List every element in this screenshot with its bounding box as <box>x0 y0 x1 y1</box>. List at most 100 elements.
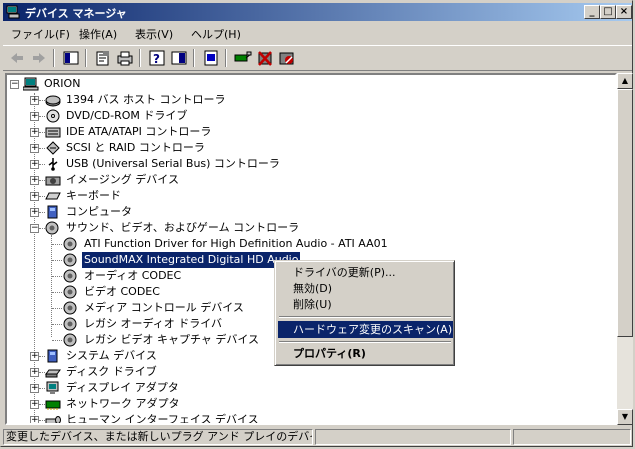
expand-toggle[interactable]: + <box>30 352 39 361</box>
toolbar-separator <box>85 49 87 67</box>
keyboard-icon <box>45 189 61 203</box>
device-label: ビデオ CODEC <box>82 284 162 300</box>
tree-connector <box>52 276 62 277</box>
speaker-icon <box>63 253 79 267</box>
ctx-scan-hardware-label: ハードウェア変更のスキャン(A) <box>278 323 452 336</box>
maximize-button[interactable]: □ <box>600 5 616 19</box>
show-hide-tree-icon[interactable] <box>61 49 81 67</box>
menu-view[interactable]: 表示(V) <box>135 26 173 42</box>
collapse-root-toggle[interactable]: − <box>10 80 19 89</box>
ctx-separator <box>279 341 451 343</box>
toolbar-separator <box>225 49 227 67</box>
system-icon <box>45 349 61 363</box>
category-label: キーボード <box>64 188 123 204</box>
vertical-scrollbar[interactable]: ▲ ▼ <box>617 73 633 425</box>
ctx-separator <box>279 316 451 318</box>
ctx-update-driver[interactable]: ドライバの更新(P)... <box>278 264 453 281</box>
device-label-selected: SoundMAX Integrated Digital HD Audio <box>82 252 300 268</box>
scan-hardware-icon[interactable] <box>233 49 253 67</box>
tree-connector <box>52 340 62 341</box>
firewire-icon <box>45 93 61 107</box>
speaker-icon <box>63 317 79 331</box>
category-label: サウンド、ビデオ、およびゲーム コントローラ <box>64 220 301 236</box>
ctx-disable[interactable]: 無効(D) <box>278 280 453 297</box>
speaker-icon <box>63 285 79 299</box>
ctx-disable-label: 無効(D) <box>278 282 332 295</box>
uninstall-icon[interactable] <box>255 49 275 67</box>
expand-toggle[interactable]: + <box>30 208 39 217</box>
toolbar-separator <box>193 49 195 67</box>
ctx-scan-hardware[interactable]: ハードウェア変更のスキャン(A) <box>278 321 453 338</box>
expand-toggle[interactable]: + <box>30 144 39 153</box>
category-label: ネットワーク アダプタ <box>64 396 182 412</box>
scroll-thumb[interactable] <box>617 89 633 337</box>
device-manager-icon <box>6 5 20 19</box>
expand-toggle[interactable]: + <box>30 96 39 105</box>
scroll-up-icon[interactable]: ▲ <box>617 73 633 89</box>
expand-toggle[interactable]: + <box>30 384 39 393</box>
device-label: レガシ ビデオ キャプチャ デバイス <box>82 332 261 348</box>
menu-file[interactable]: ファイル(F) <box>11 26 70 42</box>
forward-arrow-icon[interactable] <box>29 49 49 67</box>
category-label: 1394 バス ホスト コントローラ <box>64 92 227 108</box>
view-icon[interactable] <box>169 49 189 67</box>
computer-icon <box>23 77 39 91</box>
category-label: DVD/CD-ROM ドライブ <box>64 108 189 124</box>
scsi-icon <box>45 141 61 155</box>
tree-root-label: ORION <box>42 76 82 92</box>
disk-icon <box>45 365 61 379</box>
device-label: メディア コントロール デバイス <box>82 300 246 316</box>
help-icon[interactable]: ? <box>147 49 167 67</box>
status-pane-3 <box>513 429 631 445</box>
expand-toggle[interactable]: + <box>30 416 39 425</box>
ctx-uninstall[interactable]: 削除(U) <box>278 296 453 313</box>
category-label: システム デバイス <box>64 348 159 364</box>
print-icon[interactable] <box>115 49 135 67</box>
minimize-button[interactable]: _ <box>584 5 600 19</box>
category-label: USB (Universal Serial Bus) コントローラ <box>64 156 282 172</box>
speaker-icon <box>63 301 79 315</box>
ctx-properties[interactable]: プロパティ(R) <box>278 345 453 362</box>
hid-icon <box>45 413 61 425</box>
menu-action[interactable]: 操作(A) <box>79 26 117 42</box>
category-label: コンピュータ <box>64 204 134 220</box>
expand-toggle[interactable]: + <box>30 112 39 121</box>
expand-toggle[interactable]: + <box>30 192 39 201</box>
computer-icon <box>45 205 61 219</box>
device-manager-window: デバイス マネージャ _ □ × ファイル(F) 操作(A) 表示(V) ヘルプ… <box>0 0 633 447</box>
close-button[interactable]: × <box>616 5 632 19</box>
device-label: オーディオ CODEC <box>82 268 183 284</box>
device-label: レガシ オーディオ ドライバ <box>82 316 224 332</box>
scroll-down-icon[interactable]: ▼ <box>617 409 633 425</box>
device-tree[interactable]: − ORION + 1394 バス ホスト コントローラ + DVD/CD-RO… <box>5 73 617 425</box>
menu-bar: ファイル(F) 操作(A) 表示(V) ヘルプ(H) <box>3 23 632 43</box>
window-title: デバイス マネージャ <box>25 5 127 21</box>
tree-connector <box>52 244 62 245</box>
expand-toggle[interactable]: + <box>30 176 39 185</box>
status-text: 変更したデバイス、または新しいプラグ アンド プレイのデバイスをスキャンします。 <box>3 429 313 445</box>
status-bar: 変更したデバイス、または新しいプラグ アンド プレイのデバイスをスキャンします。 <box>3 427 632 446</box>
category-label: イメージング デバイス <box>64 172 181 188</box>
toolbar-separator <box>139 49 141 67</box>
tree-connector <box>52 292 62 293</box>
title-bar[interactable]: デバイス マネージャ _ □ × <box>3 3 632 21</box>
tree-connector <box>52 308 62 309</box>
disable-icon[interactable] <box>277 49 297 67</box>
properties-icon[interactable] <box>93 49 113 67</box>
expand-toggle[interactable]: + <box>30 400 39 409</box>
category-label: ディスク ドライブ <box>64 364 159 380</box>
category-label: ディスプレイ アダプタ <box>64 380 181 396</box>
menu-help[interactable]: ヘルプ(H) <box>191 26 241 42</box>
speaker-icon <box>63 269 79 283</box>
ide-controller-icon <box>45 125 61 139</box>
status-pane-2 <box>315 429 511 445</box>
collapse-toggle[interactable]: − <box>30 224 39 233</box>
cdrom-icon <box>45 109 61 123</box>
tree-connector <box>52 324 62 325</box>
ctx-uninstall-label: 削除(U) <box>278 298 332 311</box>
back-arrow-icon[interactable] <box>7 49 27 67</box>
update-driver-icon[interactable] <box>201 49 221 67</box>
expand-toggle[interactable]: + <box>30 368 39 377</box>
expand-toggle[interactable]: + <box>30 128 39 137</box>
expand-toggle[interactable]: + <box>30 160 39 169</box>
